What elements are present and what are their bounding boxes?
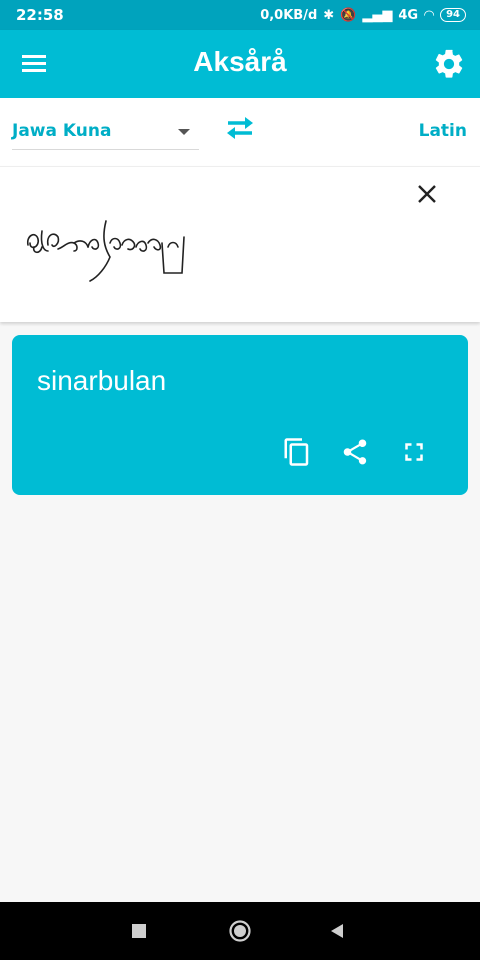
app-bar: Aksårå (0, 30, 480, 98)
close-icon (418, 185, 436, 203)
swap-arrows-icon (227, 117, 253, 139)
swap-languages-button[interactable] (222, 113, 258, 143)
copy-icon (284, 438, 309, 466)
clear-button[interactable] (414, 181, 440, 207)
gear-icon (435, 49, 463, 78)
source-language-dropdown[interactable]: Jawa Kuna (12, 116, 199, 150)
signal-icon: ▂▄▆ (362, 7, 393, 23)
settings-button[interactable] (432, 47, 466, 81)
javanese-script-handwriting (26, 220, 185, 282)
home-button[interactable] (228, 919, 252, 947)
language-selector-row: Jawa Kuna Latin (0, 98, 480, 166)
status-indicators: 0,0KB/d ✱ 🔕 ▂▄▆ 4G ◠ 94 (260, 8, 466, 23)
app-title: Aksårå (193, 46, 287, 77)
copy-button[interactable] (282, 437, 312, 467)
recents-button[interactable] (130, 922, 148, 944)
back-triangle-icon (331, 924, 343, 938)
result-card: sinarbulan (12, 335, 468, 495)
status-bar: 22:58 0,0KB/d ✱ 🔕 ▂▄▆ 4G ◠ 94 (0, 0, 480, 30)
square-icon (132, 924, 146, 938)
net-speed: 0,0KB/d (260, 7, 318, 23)
transliteration-result: sinarbulan (37, 365, 167, 396)
source-language-label: Jawa Kuna (12, 121, 112, 141)
javanese-script-input[interactable] (24, 217, 204, 287)
share-icon (343, 439, 367, 465)
share-button[interactable] (340, 437, 370, 467)
mute-icon: 🔕 (340, 7, 357, 23)
battery-icon: 94 (440, 8, 466, 22)
circle-icon (229, 920, 251, 942)
bluetooth-icon: ✱ (323, 7, 335, 23)
fullscreen-icon (405, 443, 423, 461)
navigation-bar (0, 902, 480, 960)
wifi-icon: ◠ (424, 7, 435, 23)
input-area[interactable] (0, 166, 480, 322)
back-button[interactable] (328, 922, 346, 944)
target-language-label[interactable]: Latin (419, 121, 467, 141)
status-time: 22:58 (16, 6, 64, 24)
chevron-down-icon (178, 129, 190, 135)
network-type: 4G (398, 7, 419, 23)
fullscreen-button[interactable] (399, 437, 429, 467)
